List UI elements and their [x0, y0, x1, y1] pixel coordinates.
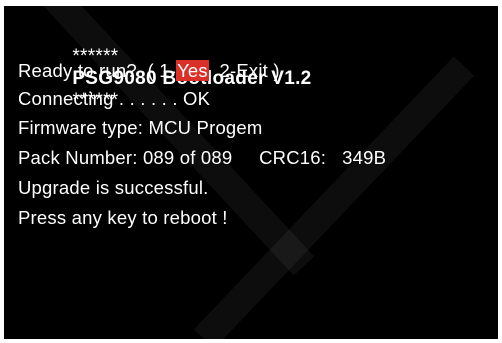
prompt-open-paren: ( 1-: [147, 60, 177, 81]
pack-number: Pack Number: 089 of 089: [18, 147, 233, 168]
firmware-type: Firmware type: MCU Progem: [18, 117, 263, 138]
bootloader-screen: ****** PSG9080 Bootloader V1.2 ****** Re…: [4, 6, 498, 339]
crc16-value: CRC16: 349B: [259, 147, 387, 168]
option-yes[interactable]: Yes: [176, 60, 209, 81]
pack-number-line: Pack Number: 089 of 089 CRC16: 349B: [18, 147, 386, 169]
option-exit[interactable]: 2-Exit ): [220, 60, 280, 81]
run-prompt: Ready to run? ( 1-Yes 2-Exit ): [18, 60, 280, 82]
connecting-status: Connecting . . . . . . OK: [18, 88, 211, 109]
upgrade-result: Upgrade is successful.: [18, 177, 209, 198]
prompt-question: Ready to run?: [18, 60, 137, 81]
reboot-instruction: Press any key to reboot !: [18, 207, 228, 228]
